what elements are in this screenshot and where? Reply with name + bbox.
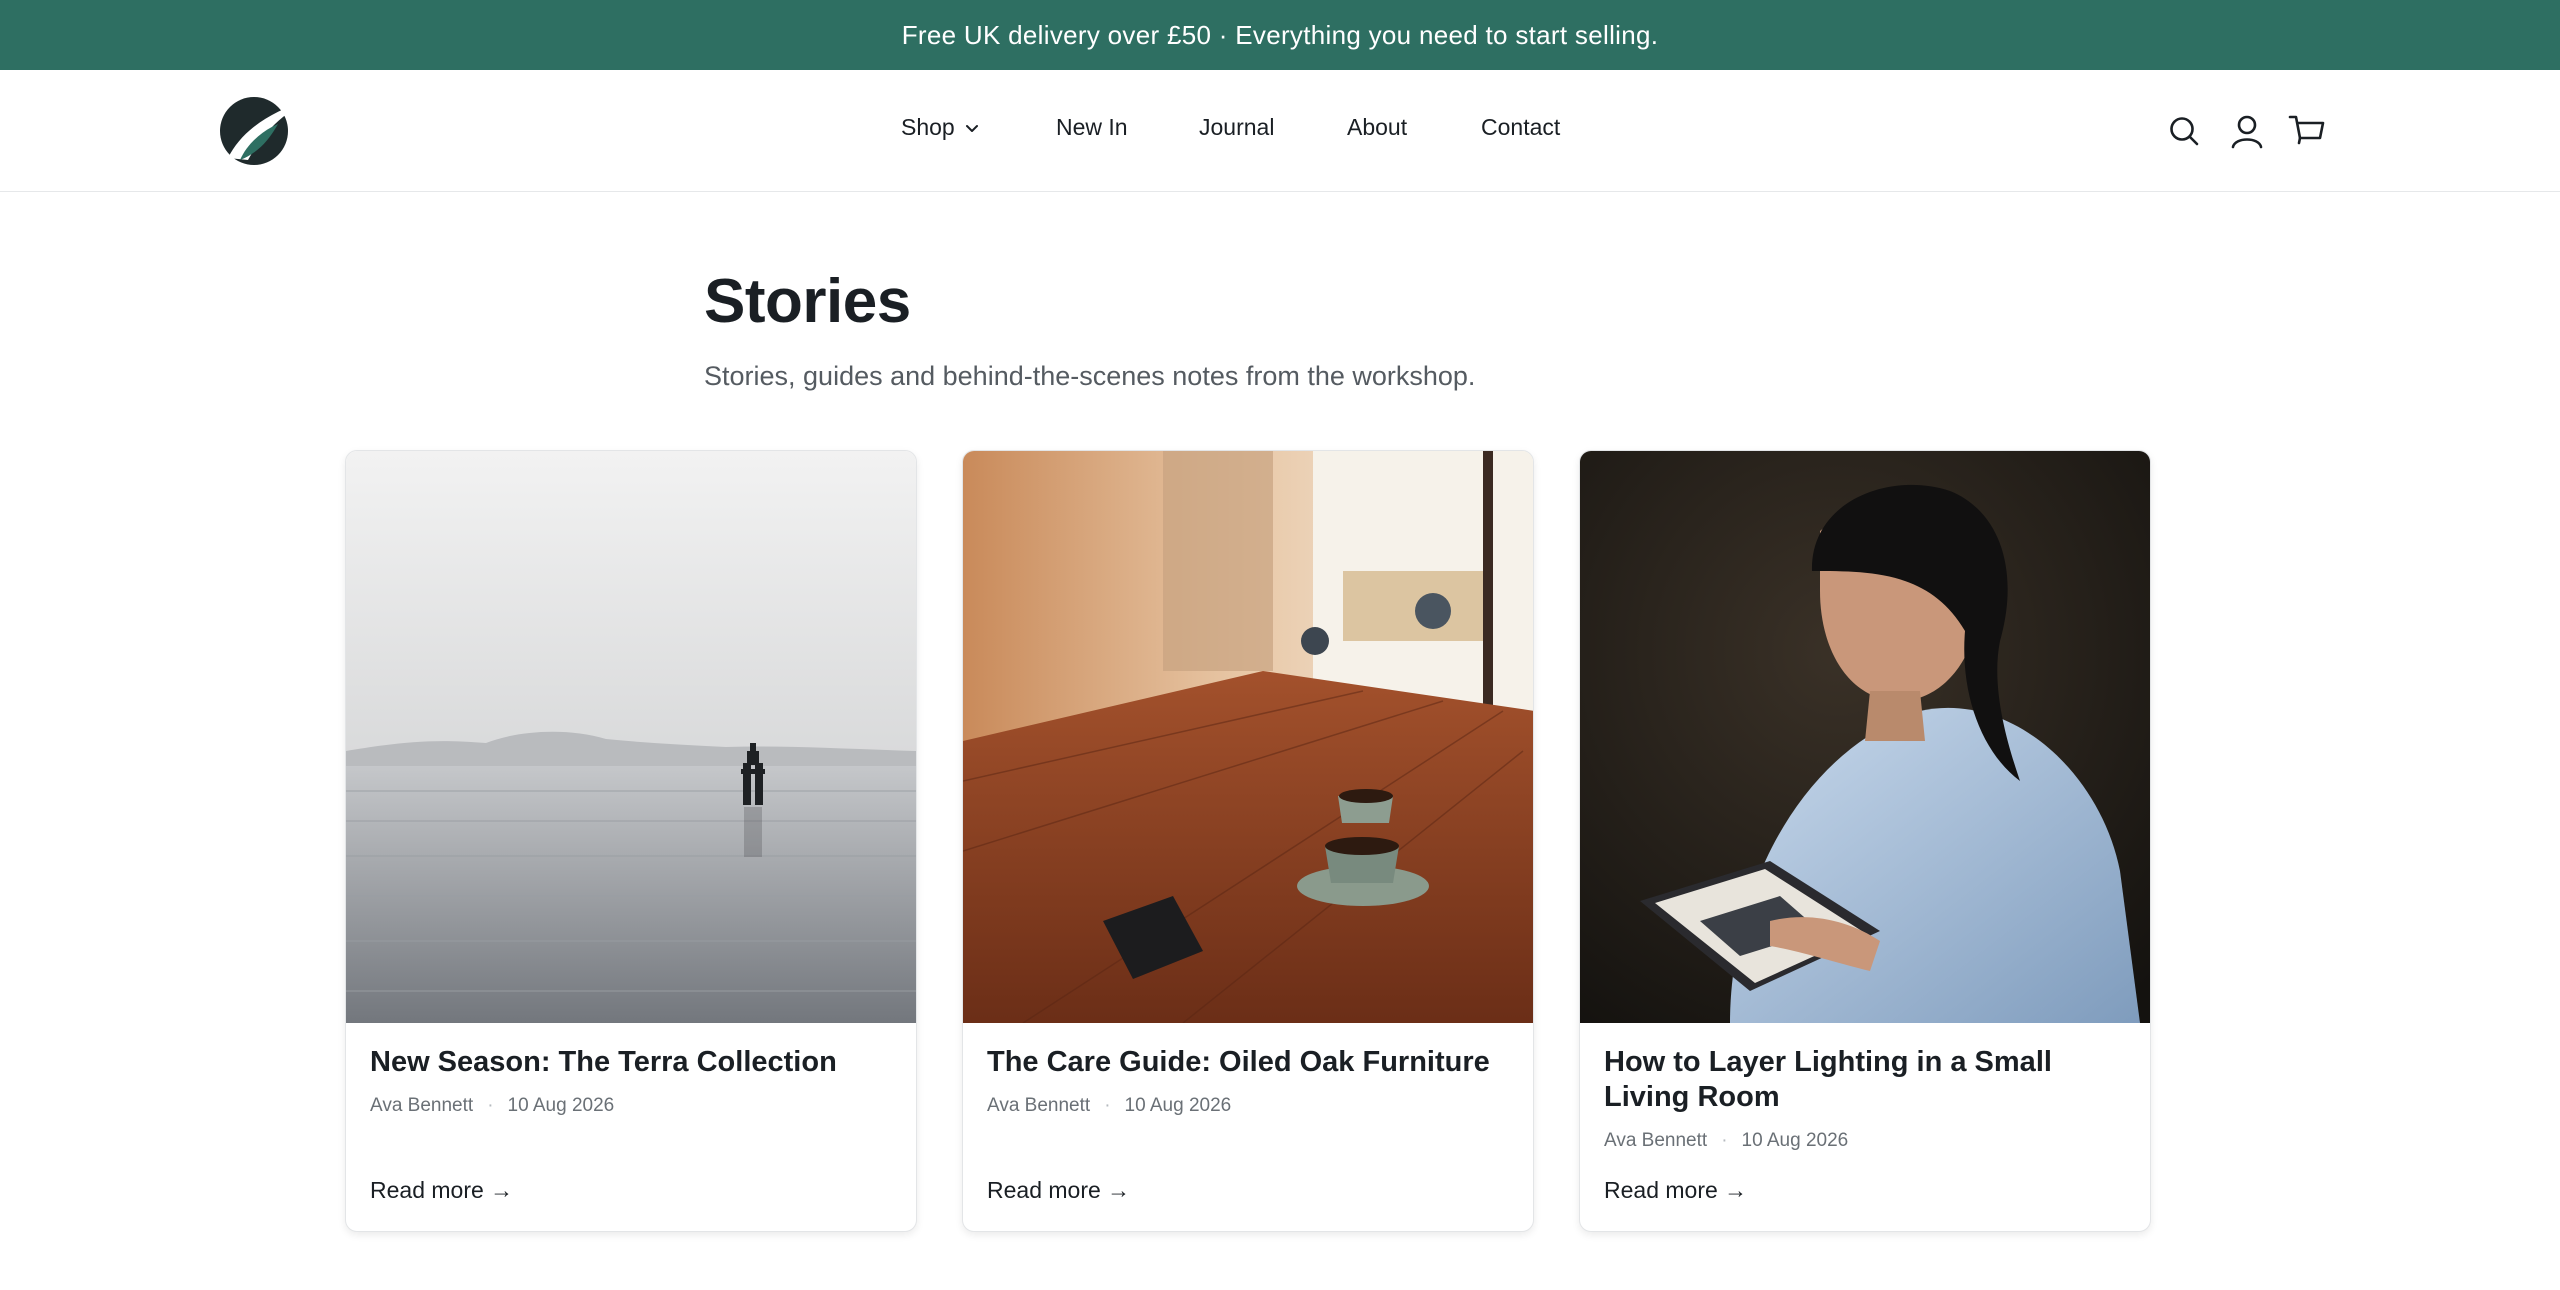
search-icon[interactable]	[2165, 112, 2203, 150]
story-date: 10 Aug 2026	[1124, 1095, 1232, 1116]
nav-about-label: About	[1347, 114, 1408, 140]
story-meta: Ava Bennett · 10 Aug 2026	[987, 1095, 1231, 1117]
cafe-table-coffee-image	[963, 451, 1533, 1023]
page-title: Stories	[704, 267, 911, 336]
read-more-link[interactable]: Read more →	[1604, 1177, 1747, 1204]
story-card[interactable]: How to Layer Lighting in a Small Living …	[1579, 450, 2151, 1232]
story-meta: Ava Bennett · 10 Aug 2026	[1604, 1130, 1848, 1152]
story-title[interactable]: The Care Guide: Oiled Oak Furniture	[987, 1045, 1511, 1080]
story-title[interactable]: New Season: The Terra Collection	[370, 1045, 894, 1080]
nav-journal-label: Journal	[1199, 114, 1275, 140]
story-card[interactable]: New Season: The Terra Collection Ava Ben…	[345, 450, 917, 1232]
story-date: 10 Aug 2026	[507, 1095, 615, 1116]
meta-separator: ·	[487, 1095, 494, 1116]
story-title[interactable]: How to Layer Lighting in a Small Living …	[1604, 1045, 2128, 1115]
site-header: Shop New In Journal About Contact	[0, 70, 2560, 192]
story-date: 10 Aug 2026	[1741, 1130, 1849, 1151]
meta-separator: ·	[1104, 1095, 1111, 1116]
cart-icon[interactable]	[2288, 112, 2326, 150]
read-more-link[interactable]: Read more →	[370, 1177, 513, 1204]
story-author: Ava Bennett	[370, 1095, 474, 1116]
chevron-down-icon	[965, 124, 978, 132]
read-more-link[interactable]: Read more →	[987, 1177, 1130, 1204]
story-meta: Ava Bennett · 10 Aug 2026	[370, 1095, 614, 1117]
nav-new-in-label: New In	[1056, 114, 1128, 140]
woman-reading-image	[1580, 451, 2150, 1023]
meta-separator: ·	[1721, 1130, 1728, 1151]
sea-buoy-image	[346, 451, 916, 1023]
account-icon[interactable]	[2228, 112, 2266, 150]
nav-contact[interactable]: Contact	[1481, 114, 1560, 141]
story-author: Ava Bennett	[1604, 1130, 1708, 1151]
nav-new-in[interactable]: New In	[1056, 114, 1128, 141]
nav-journal[interactable]: Journal	[1199, 114, 1274, 141]
announcement-bar: Free UK delivery over £50 · Everything y…	[0, 0, 2560, 70]
nav-contact-label: Contact	[1481, 114, 1561, 140]
nav-shop-label: Shop	[901, 114, 955, 140]
announcement-text: Free UK delivery over £50 · Everything y…	[901, 19, 1659, 50]
page-subtitle: Stories, guides and behind-the-scenes no…	[704, 361, 1476, 391]
story-card[interactable]: The Care Guide: Oiled Oak Furniture Ava …	[962, 450, 1534, 1232]
nav-shop[interactable]: Shop	[901, 114, 981, 141]
nav-about[interactable]: About	[1347, 114, 1407, 141]
story-author: Ava Bennett	[987, 1095, 1091, 1116]
